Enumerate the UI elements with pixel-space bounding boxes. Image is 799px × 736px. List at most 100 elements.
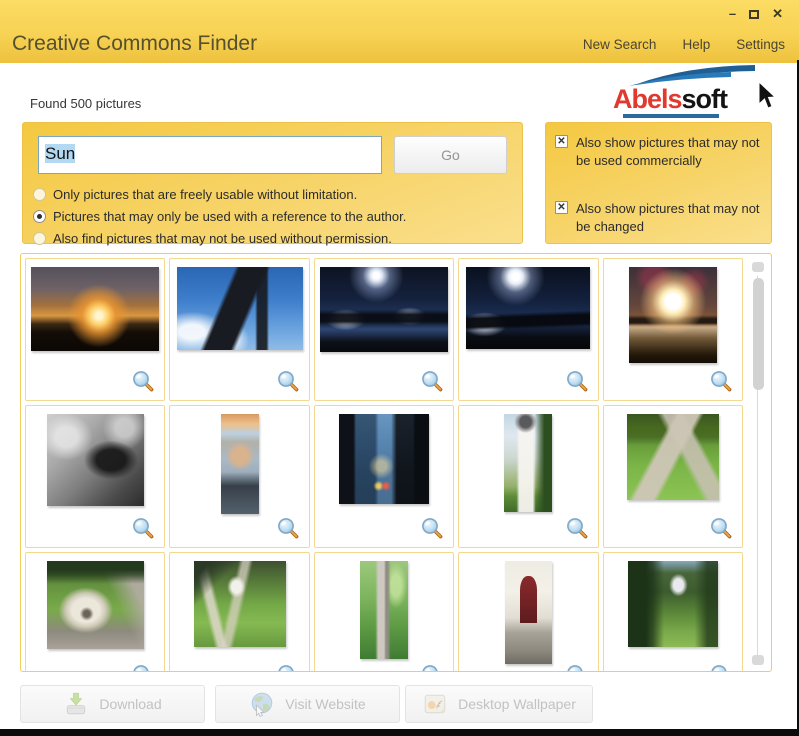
thumbnail-photo bbox=[628, 561, 718, 647]
thumbnail-cell[interactable] bbox=[25, 258, 165, 401]
radio-label: Pictures that may only be used with a re… bbox=[53, 209, 406, 224]
magnifier-icon[interactable] bbox=[131, 369, 155, 393]
checkbox-label: Also show pictures that may not be chang… bbox=[576, 200, 763, 235]
magnifier-icon[interactable] bbox=[420, 516, 444, 540]
filter-checkbox-row-1[interactable]: ✕ Also show pictures that may not be used… bbox=[555, 134, 763, 169]
logo-underline bbox=[623, 114, 719, 118]
scrollbar-thumb[interactable] bbox=[753, 278, 764, 390]
logo-text-red: Abels bbox=[613, 84, 682, 114]
wallpaper-icon bbox=[422, 691, 448, 717]
thumbnail-photo bbox=[47, 414, 144, 506]
globe-icon bbox=[249, 691, 275, 717]
logo-text-dark: soft bbox=[682, 84, 728, 114]
button-label: Visit Website bbox=[285, 696, 365, 712]
magnifier-icon[interactable] bbox=[131, 516, 155, 540]
checkbox-icon[interactable]: ✕ bbox=[555, 135, 568, 148]
logo-text: Abelssoft bbox=[613, 84, 727, 115]
thumbnail-cell[interactable] bbox=[458, 552, 598, 672]
logo-cursor-icon bbox=[755, 82, 779, 112]
thumbnail-cell[interactable] bbox=[603, 552, 743, 672]
thumbnail-photo bbox=[47, 561, 144, 649]
search-query-text: Sun bbox=[45, 144, 75, 163]
download-button[interactable]: Download bbox=[20, 685, 205, 723]
magnifier-icon[interactable] bbox=[420, 369, 444, 393]
filter-checkbox-row-2[interactable]: ✕ Also show pictures that may not be chan… bbox=[555, 200, 763, 235]
search-input[interactable]: Sun bbox=[38, 136, 382, 174]
magnifier-icon[interactable] bbox=[565, 369, 589, 393]
thumbnail-photo bbox=[221, 414, 259, 514]
thumbnail-photo bbox=[466, 267, 590, 349]
thumbnail-cell[interactable] bbox=[169, 552, 309, 672]
logo-swoosh-icon bbox=[627, 64, 767, 86]
license-radio-group: Only pictures that are freely usable wit… bbox=[33, 183, 406, 249]
search-panel: Sun Go Only pictures that are freely usa… bbox=[22, 122, 523, 244]
thumbnail-photo bbox=[31, 267, 159, 351]
button-label: Desktop Wallpaper bbox=[458, 696, 576, 712]
thumbnail-cell[interactable] bbox=[458, 405, 598, 548]
thumbnail-cell[interactable] bbox=[314, 405, 454, 548]
thumbnail-photo bbox=[194, 561, 286, 647]
magnifier-icon[interactable] bbox=[565, 516, 589, 540]
results-grid bbox=[20, 253, 772, 672]
thumbnail-cell[interactable] bbox=[25, 552, 165, 672]
radio-icon[interactable] bbox=[33, 232, 46, 245]
magnifier-icon[interactable] bbox=[709, 369, 733, 393]
minimize-button[interactable] bbox=[729, 7, 736, 21]
thumbnail-photo bbox=[505, 561, 552, 664]
radio-option-3[interactable]: Also find pictures that may not be used … bbox=[33, 227, 406, 249]
thumbnail-cell[interactable] bbox=[603, 258, 743, 401]
menu-item-settings[interactable]: Settings bbox=[736, 37, 785, 52]
thumbnail-cell[interactable] bbox=[314, 552, 454, 672]
radio-label: Only pictures that are freely usable wit… bbox=[53, 187, 357, 202]
magnifier-icon[interactable] bbox=[131, 663, 155, 672]
results-count-text: Found 500 pictures bbox=[30, 96, 141, 111]
app-window: Creative Commons Finder New Search Help Se… bbox=[0, 0, 799, 736]
magnifier-icon[interactable] bbox=[565, 663, 589, 672]
radio-icon[interactable] bbox=[33, 188, 46, 201]
checkbox-label: Also show pictures that may not be used … bbox=[576, 134, 763, 169]
magnifier-icon[interactable] bbox=[276, 663, 300, 672]
thumbnail-photo bbox=[177, 267, 303, 350]
abelssoft-logo: Abelssoft bbox=[609, 64, 777, 118]
download-icon bbox=[63, 691, 89, 717]
thumbnail-photo bbox=[629, 267, 717, 363]
thumbnail-photo bbox=[627, 414, 719, 500]
window-controls bbox=[729, 6, 783, 22]
radio-icon[interactable] bbox=[33, 210, 46, 223]
header-menu: New Search Help Settings bbox=[583, 37, 785, 52]
close-button[interactable] bbox=[772, 7, 783, 21]
thumbnail-cell[interactable] bbox=[458, 258, 598, 401]
radio-option-1[interactable]: Only pictures that are freely usable wit… bbox=[33, 183, 406, 205]
thumbnail-photo bbox=[339, 414, 429, 504]
desktop-wallpaper-button[interactable]: Desktop Wallpaper bbox=[405, 685, 593, 723]
go-button[interactable]: Go bbox=[394, 136, 507, 174]
filter-panel: ✕ Also show pictures that may not be used… bbox=[545, 122, 772, 244]
magnifier-icon[interactable] bbox=[276, 369, 300, 393]
magnifier-icon[interactable] bbox=[709, 663, 733, 672]
scrollbar-down-button[interactable] bbox=[752, 655, 764, 665]
thumbnail-cell[interactable] bbox=[25, 405, 165, 548]
magnifier-icon[interactable] bbox=[276, 516, 300, 540]
app-title: Creative Commons Finder bbox=[12, 32, 257, 56]
menu-item-new-search[interactable]: New Search bbox=[583, 37, 657, 52]
thumbnail-cell[interactable] bbox=[169, 405, 309, 548]
title-bar: Creative Commons Finder New Search Help Se… bbox=[0, 0, 799, 63]
scrollbar-up-button[interactable] bbox=[752, 262, 764, 272]
maximize-button[interactable] bbox=[749, 10, 759, 19]
visit-website-button[interactable]: Visit Website bbox=[215, 685, 400, 723]
thumbnail-cell[interactable] bbox=[603, 405, 743, 548]
magnifier-icon[interactable] bbox=[709, 516, 733, 540]
thumbnail-grid bbox=[25, 258, 743, 672]
thumbnail-photo bbox=[504, 414, 552, 512]
window-edge-bottom bbox=[0, 729, 799, 736]
thumbnail-cell[interactable] bbox=[169, 258, 309, 401]
radio-label: Also find pictures that may not be used … bbox=[53, 231, 392, 246]
button-label: Download bbox=[99, 696, 161, 712]
thumbnail-photo bbox=[320, 267, 448, 352]
thumbnail-cell[interactable] bbox=[314, 258, 454, 401]
menu-item-help[interactable]: Help bbox=[682, 37, 710, 52]
checkbox-icon[interactable]: ✕ bbox=[555, 201, 568, 214]
radio-option-2[interactable]: Pictures that may only be used with a re… bbox=[33, 205, 406, 227]
thumbnail-photo bbox=[360, 561, 408, 659]
magnifier-icon[interactable] bbox=[420, 663, 444, 672]
